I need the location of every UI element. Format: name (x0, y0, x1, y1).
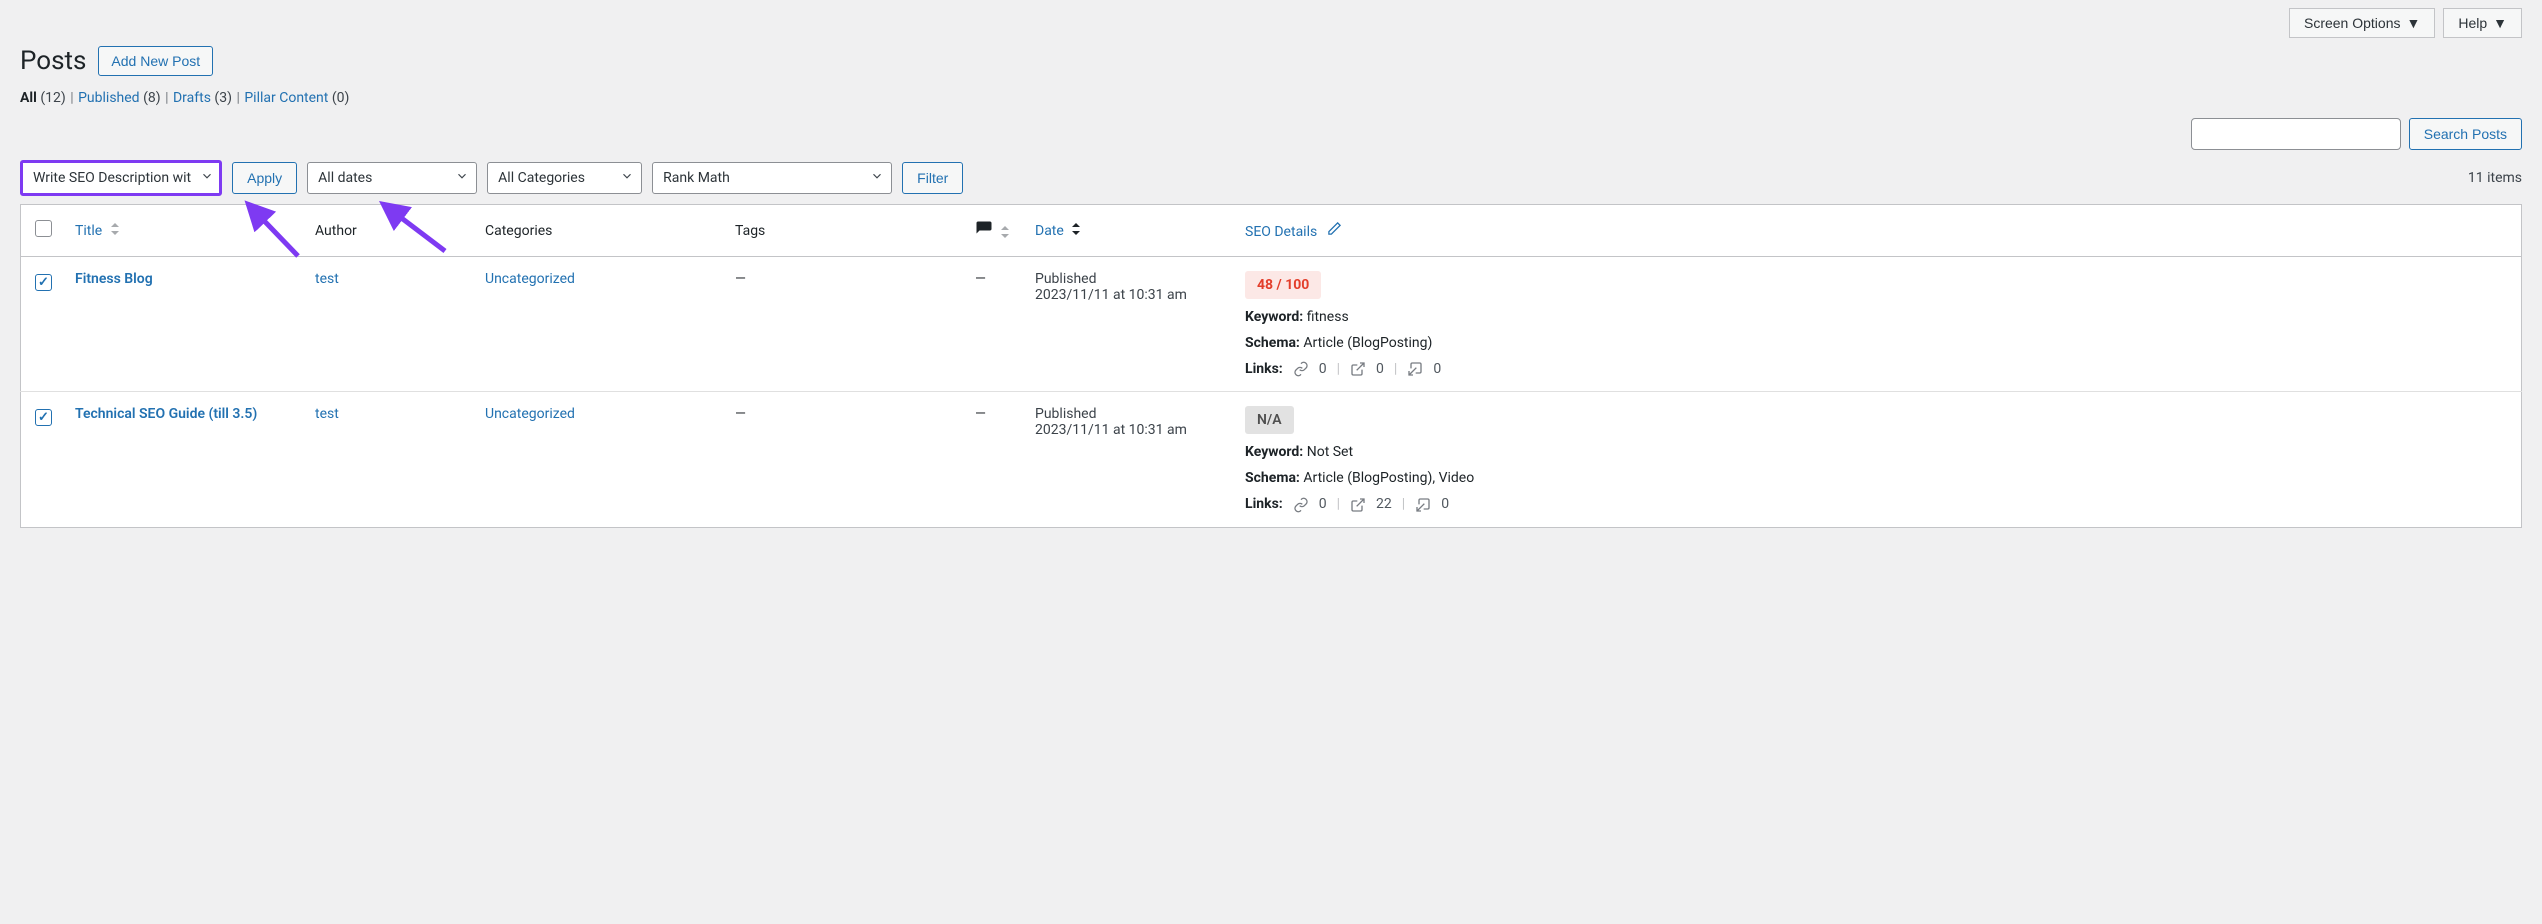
column-seo-details[interactable]: SEO Details (1245, 224, 1317, 240)
internal-links-count: 0 (1319, 361, 1327, 377)
annotation-arrow-icon (375, 196, 455, 266)
comments-icon[interactable] (975, 226, 996, 242)
bulk-action-value: Write SEO Description wit (33, 170, 191, 186)
filter-published[interactable]: Published (78, 90, 139, 106)
filter-drafts[interactable]: Drafts (173, 90, 211, 106)
date-filter-select[interactable]: All dates (307, 162, 477, 194)
filter-published-count: (8) (143, 90, 161, 106)
filter-pillar-count: (0) (332, 90, 350, 106)
post-title-link[interactable]: Fitness Blog (75, 271, 153, 287)
chevron-down-icon: ▼ (2406, 15, 2420, 31)
tags-value: — (735, 271, 746, 287)
filter-all-count: (12) (40, 90, 65, 106)
select-all-checkbox[interactable] (35, 220, 52, 237)
external-links-count: 0 (1376, 361, 1384, 377)
external-links-count: 22 (1376, 496, 1392, 512)
column-categories[interactable]: Categories (485, 223, 552, 239)
chevron-down-icon: ▼ (2493, 15, 2507, 31)
rankmath-filter-value: Rank Math (663, 170, 730, 186)
date-status: Published (1035, 406, 1225, 422)
column-date[interactable]: Date (1035, 223, 1064, 239)
post-title-link[interactable]: Technical SEO Guide (till 3.5) (75, 406, 257, 422)
table-row: Fitness Blog test Uncategorized — — Publ… (21, 257, 2522, 392)
incoming-link-icon (1415, 496, 1431, 512)
category-link[interactable]: Uncategorized (485, 271, 575, 287)
items-count: 11 items (2468, 170, 2522, 186)
row-checkbox[interactable] (35, 409, 52, 426)
sort-icon (1071, 227, 1081, 238)
incoming-links-count: 0 (1441, 496, 1449, 512)
search-posts-button[interactable]: Search Posts (2409, 118, 2522, 150)
screen-options-label: Screen Options (2304, 15, 2401, 31)
external-link-icon (1350, 361, 1366, 377)
date-filter-value: All dates (318, 170, 372, 186)
tags-value: — (735, 406, 746, 422)
seo-keyword: Keyword: Not Set (1245, 444, 2511, 460)
annotation-arrow-icon (238, 196, 308, 266)
date-time: 2023/11/11 at 10:31 am (1035, 287, 1225, 303)
search-input[interactable] (2191, 118, 2401, 150)
help-label: Help (2458, 15, 2487, 31)
help-button[interactable]: Help ▼ (2443, 8, 2522, 38)
comments-value: — (975, 406, 986, 422)
category-filter-value: All Categories (498, 170, 585, 186)
table-row: Technical SEO Guide (till 3.5) test Unca… (21, 392, 2522, 527)
date-time: 2023/11/11 at 10:31 am (1035, 422, 1225, 438)
comments-value: — (975, 271, 986, 287)
seo-links: Links: 0 | 22 | 0 (1245, 496, 2511, 512)
seo-score-na-badge: N/A (1245, 406, 1294, 434)
seo-schema: Schema: Article (BlogPosting) (1245, 335, 2511, 351)
post-status-filters: All (12) | Published (8) | Drafts (3) | … (20, 90, 2522, 106)
date-status: Published (1035, 271, 1225, 287)
column-author[interactable]: Author (315, 223, 357, 239)
link-icon (1293, 361, 1309, 377)
category-filter-select[interactable]: All Categories (487, 162, 642, 194)
author-link[interactable]: test (315, 271, 339, 287)
page-title: Posts (20, 46, 86, 76)
column-tags[interactable]: Tags (735, 223, 765, 239)
screen-options-button[interactable]: Screen Options ▼ (2289, 8, 2435, 38)
sort-icon (110, 227, 120, 238)
filter-drafts-count: (3) (214, 90, 232, 106)
category-link[interactable]: Uncategorized (485, 406, 575, 422)
sort-icon (1000, 230, 1010, 241)
bulk-action-select[interactable]: Write SEO Description wit (20, 160, 222, 196)
row-checkbox[interactable] (35, 274, 52, 291)
link-icon (1293, 496, 1309, 512)
rankmath-filter-select[interactable]: Rank Math (652, 162, 892, 194)
add-new-post-button[interactable]: Add New Post (98, 46, 213, 76)
pencil-icon[interactable] (1327, 224, 1342, 240)
internal-links-count: 0 (1319, 496, 1327, 512)
filter-button[interactable]: Filter (902, 162, 963, 194)
seo-links: Links: 0 | 0 | 0 (1245, 361, 2511, 377)
external-link-icon (1350, 496, 1366, 512)
filter-pillar[interactable]: Pillar Content (244, 90, 328, 106)
column-title[interactable]: Title (75, 223, 102, 239)
apply-button[interactable]: Apply (232, 162, 297, 194)
seo-schema: Schema: Article (BlogPosting), Video (1245, 470, 2511, 486)
incoming-link-icon (1407, 361, 1423, 377)
author-link[interactable]: test (315, 406, 339, 422)
seo-score-badge: 48 / 100 (1245, 271, 1321, 299)
filter-all[interactable]: All (20, 90, 37, 106)
incoming-links-count: 0 (1433, 361, 1441, 377)
seo-keyword: Keyword: fitness (1245, 309, 2511, 325)
